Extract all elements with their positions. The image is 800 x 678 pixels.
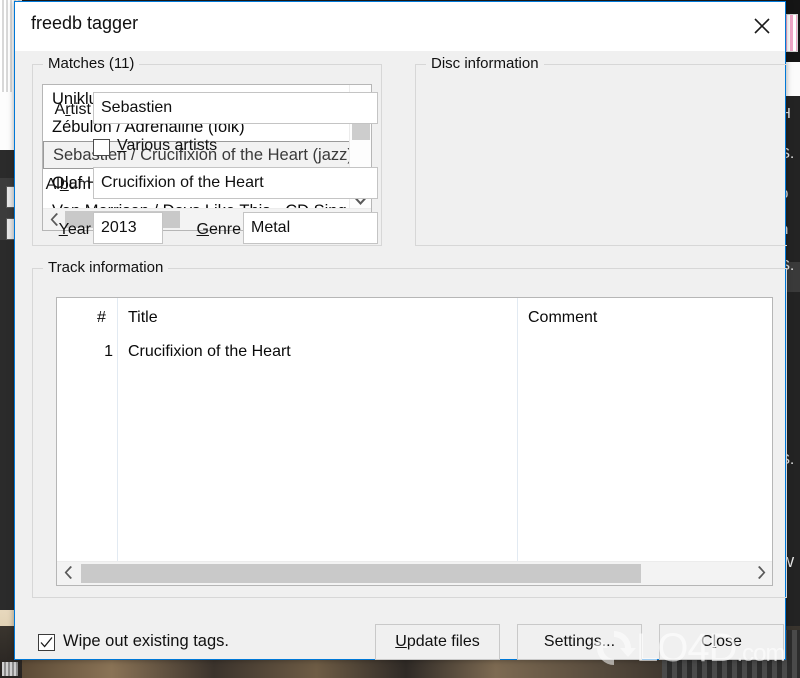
year-label-accel: Y	[58, 221, 68, 238]
freedb-tagger-dialog: freedb tagger Matches (11) Uniklubi / Hu…	[14, 1, 787, 660]
artist-label-suffix: tist	[70, 101, 91, 118]
track-scroll-left-button[interactable]	[57, 562, 79, 583]
chevron-right-icon	[757, 566, 765, 579]
artist-label-prefix: A	[54, 101, 66, 118]
column-header-number[interactable]: #	[97, 309, 106, 327]
genre-field[interactable]	[243, 212, 378, 244]
matches-group-label: Matches (11)	[43, 55, 140, 72]
title-bar: freedb tagger	[15, 2, 785, 51]
year-field[interactable]	[93, 212, 163, 244]
close-suffix: ose	[716, 633, 742, 650]
track-horizontal-thumb[interactable]	[81, 564, 641, 583]
genre-label-accel: G	[196, 221, 209, 238]
album-label-prefix: Al	[45, 176, 60, 193]
year-label-suffix: ear	[67, 221, 91, 238]
update-accel: U	[395, 633, 407, 650]
close-x-icon	[754, 17, 770, 34]
album-label-suffix: um	[68, 176, 91, 193]
artist-label: Artist	[15, 101, 91, 119]
update-suffix: pdate files	[406, 633, 480, 650]
settings-label: Settings...	[543, 633, 616, 650]
close-prefix: C	[701, 633, 713, 650]
track-scroll-right-button[interactable]	[750, 562, 772, 583]
genre-label-suffix: enre	[208, 221, 241, 238]
column-divider	[517, 298, 518, 585]
album-label-accel: b	[59, 176, 69, 193]
column-header-title[interactable]: Title	[128, 309, 158, 327]
various-artists-checkbox[interactable]	[93, 139, 110, 156]
column-header-comment[interactable]: Comment	[528, 309, 597, 327]
track-group-label: Track information	[43, 259, 169, 276]
genre-label: Genre	[165, 221, 241, 239]
track-list[interactable]: # Title Comment 1 Crucifixion of the Hea…	[56, 297, 773, 586]
checkmark-icon	[40, 637, 53, 648]
close-button[interactable]	[739, 2, 785, 49]
column-divider	[117, 298, 118, 585]
disc-information-group: Disc information	[415, 55, 787, 246]
album-label: Album	[15, 176, 91, 194]
close-dialog-button[interactable]: Cl ose	[659, 624, 784, 660]
various-artists-label: Various artists	[117, 137, 217, 155]
year-label: Year	[15, 221, 91, 239]
wipe-tags-checkbox[interactable]	[38, 634, 55, 651]
disc-group-label: Disc information	[426, 55, 544, 72]
track-horizontal-scrollbar[interactable]	[57, 561, 772, 585]
update-files-button[interactable]: Update files	[375, 624, 500, 660]
wipe-tags-label: Wipe out existing tags.	[63, 632, 229, 650]
track-information-group: Track information # Title Comment 1 Cruc…	[32, 259, 787, 598]
settings-button[interactable]: Settings...	[517, 624, 642, 660]
table-row-title[interactable]: Crucifixion of the Heart	[128, 343, 291, 361]
chevron-left-icon	[64, 566, 72, 579]
artist-field[interactable]	[93, 92, 378, 124]
various-label-suffix: arious artists	[126, 137, 218, 154]
bg-taskbar-icon	[2, 662, 18, 676]
window-title: freedb tagger	[31, 13, 139, 33]
album-field[interactable]	[93, 167, 378, 199]
table-row-number[interactable]: 1	[95, 343, 113, 361]
